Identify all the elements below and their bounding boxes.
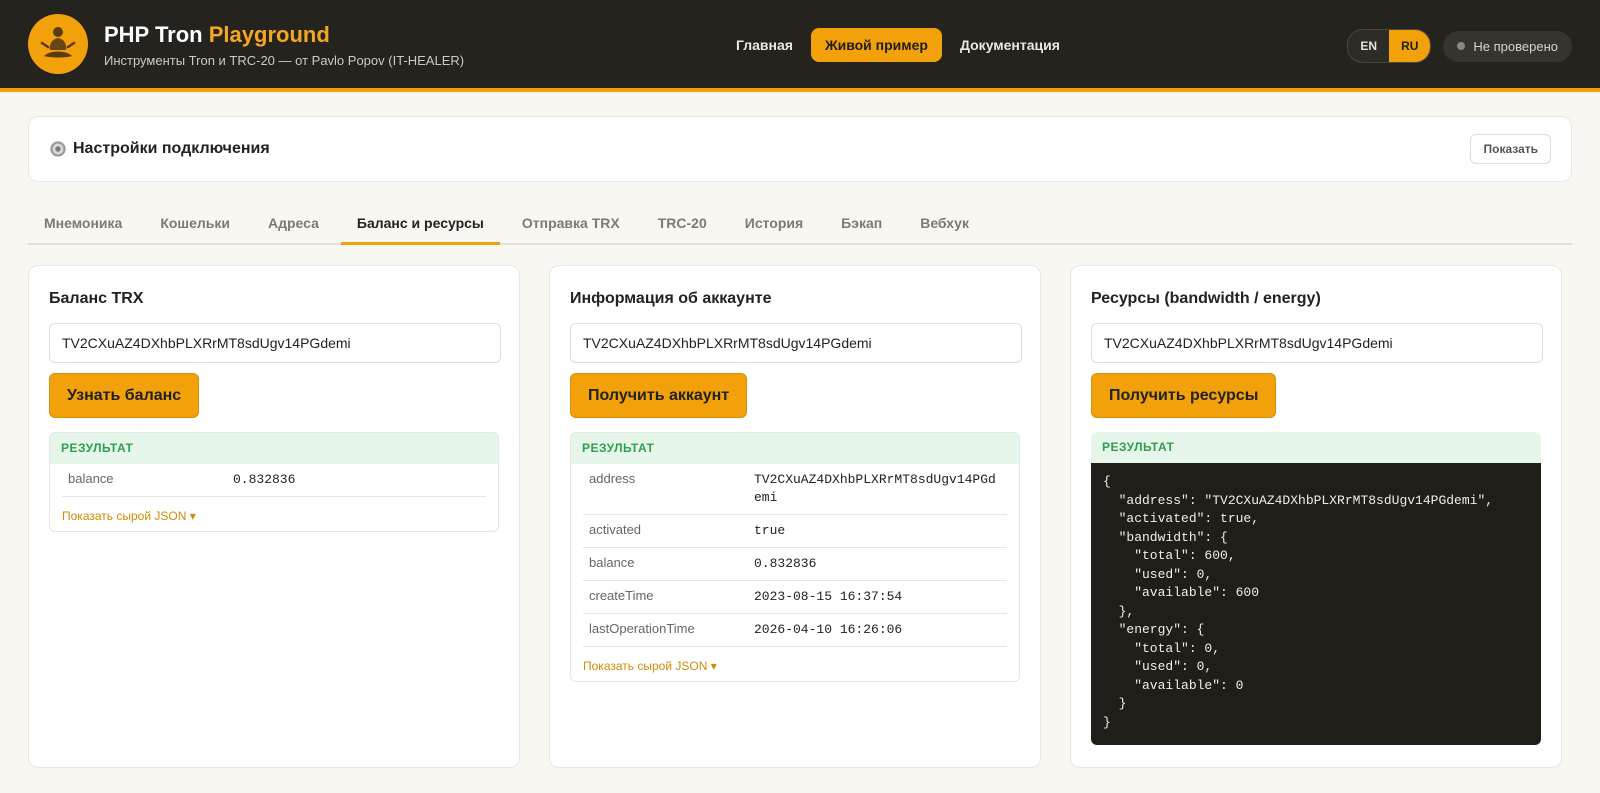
- gear-icon: [50, 141, 66, 157]
- app-header: PHP Tron Playground Инструменты Tron и T…: [0, 0, 1600, 92]
- table-row: createTime 2023-08-15 16:37:54: [583, 581, 1007, 614]
- status-text: Не проверено: [1473, 38, 1558, 54]
- brand: PHP Tron Playground Инструменты Tron и T…: [104, 21, 464, 68]
- lang-ru-button[interactable]: RU: [1389, 30, 1431, 62]
- row-value: 0.832836: [233, 472, 296, 487]
- row-value: true: [754, 523, 786, 538]
- result-header: РЕЗУЛЬТАТ: [571, 433, 1019, 464]
- tab-history[interactable]: История: [729, 203, 819, 245]
- tab-addresses[interactable]: Адреса: [252, 203, 335, 245]
- result-table: address TV2CXuAZ4DXhbPLXRrMT8sdUgv14PGde…: [583, 464, 1007, 647]
- result-table: balance 0.832836: [62, 464, 486, 497]
- row-key: balance: [589, 555, 635, 570]
- app-title: PHP Tron Playground: [104, 21, 464, 49]
- resources-panel-title: Ресурсы (bandwidth / energy): [1091, 290, 1321, 307]
- result-header: РЕЗУЛЬТАТ: [1091, 432, 1541, 463]
- app-title-main: PHP Tron: [104, 21, 203, 47]
- balance-address-input[interactable]: [49, 323, 501, 363]
- tab-wallets[interactable]: Кошельки: [144, 203, 246, 245]
- table-row: activated true: [583, 515, 1007, 548]
- header-right: EN RU Не проверено: [1347, 29, 1572, 63]
- get-account-button[interactable]: Получить аккаунт: [570, 373, 748, 418]
- tab-send-trx[interactable]: Отправка TRX: [506, 203, 636, 245]
- row-value: TV2CXuAZ4DXhbPLXRrMT8sdUgv14PGdemi: [754, 472, 996, 505]
- balance-panel-title: Баланс TRX: [49, 290, 144, 307]
- get-balance-button[interactable]: Узнать баланс: [49, 373, 200, 418]
- resources-panel: Ресурсы (bandwidth / energy) Получить ре…: [1070, 265, 1562, 768]
- account-panel-title: Информация об аккаунте: [570, 290, 772, 307]
- tab-backup[interactable]: Бэкап: [825, 203, 898, 245]
- language-switcher: EN RU: [1347, 29, 1432, 63]
- row-key: lastOperationTime: [589, 621, 695, 636]
- row-key: activated: [589, 522, 642, 537]
- balance-panel: Баланс TRX Узнать баланс РЕЗУЛЬТАТ balan…: [28, 265, 520, 768]
- row-value: 0.832836: [754, 556, 817, 571]
- table-row: balance 0.832836: [62, 464, 486, 497]
- nav-live-demo[interactable]: Живой пример: [810, 28, 942, 62]
- tab-webhook[interactable]: Вебхук: [904, 203, 985, 245]
- row-value: 2026-04-10 16:26:06: [754, 622, 903, 637]
- tab-mnemonic[interactable]: Мнемоника: [28, 203, 138, 245]
- get-resources-button[interactable]: Получить ресурсы: [1091, 373, 1277, 418]
- row-key: balance: [68, 471, 114, 486]
- lang-en-button[interactable]: EN: [1348, 30, 1389, 62]
- table-row: address TV2CXuAZ4DXhbPLXRrMT8sdUgv14PGde…: [583, 464, 1007, 515]
- nav-home[interactable]: Главная: [728, 28, 801, 62]
- resources-result: РЕЗУЛЬТАТ { "address": "TV2CXuAZ4DXhbPLX…: [1091, 432, 1541, 745]
- app-subtitle: Инструменты Tron и TRC-20 — от Pavlo Pop…: [104, 52, 465, 68]
- account-panel: Информация об аккаунте Получить аккаунт …: [549, 265, 1041, 768]
- balance-result: РЕЗУЛЬТАТ balance 0.832836 Показать сыро…: [49, 432, 499, 532]
- settings-title: Настройки подключения: [73, 140, 270, 157]
- row-key: address: [589, 471, 636, 486]
- row-key: createTime: [589, 588, 654, 603]
- table-row: lastOperationTime 2026-04-10 16:26:06: [583, 614, 1007, 647]
- show-raw-json-link[interactable]: Показать сырой JSON ▾: [50, 497, 498, 531]
- resources-address-input[interactable]: [1091, 323, 1543, 363]
- status-dot-icon: [1457, 42, 1466, 50]
- raw-json-output: { "address": "TV2CXuAZ4DXhbPLXRrMT8sdUgv…: [1091, 463, 1541, 745]
- table-row: balance 0.832836: [583, 548, 1007, 581]
- tab-bar: Мнемоника Кошельки Адреса Баланс и ресур…: [28, 203, 1572, 245]
- show-settings-button[interactable]: Показать: [1470, 134, 1551, 164]
- connection-status-badge: Не проверено: [1443, 30, 1572, 62]
- tab-trc20[interactable]: TRC-20: [642, 203, 723, 245]
- app-title-accent: Playground: [208, 21, 330, 47]
- account-address-input[interactable]: [570, 323, 1022, 363]
- connection-settings-card: Настройки подключения Показать: [28, 116, 1572, 182]
- meditating-figure-icon: [40, 27, 76, 58]
- account-result: РЕЗУЛЬТАТ address TV2CXuAZ4DXhbPLXRrMT8s…: [570, 432, 1020, 682]
- logo: [28, 14, 88, 74]
- tab-balance-resources[interactable]: Баланс и ресурсы: [340, 203, 500, 245]
- row-value: 2023-08-15 16:37:54: [754, 589, 903, 604]
- show-raw-json-link[interactable]: Показать сырой JSON ▾: [571, 647, 1019, 681]
- nav-docs[interactable]: Документация: [952, 28, 1068, 62]
- main-nav: Главная Живой пример Документация: [728, 28, 1068, 62]
- result-header: РЕЗУЛЬТАТ: [50, 433, 498, 464]
